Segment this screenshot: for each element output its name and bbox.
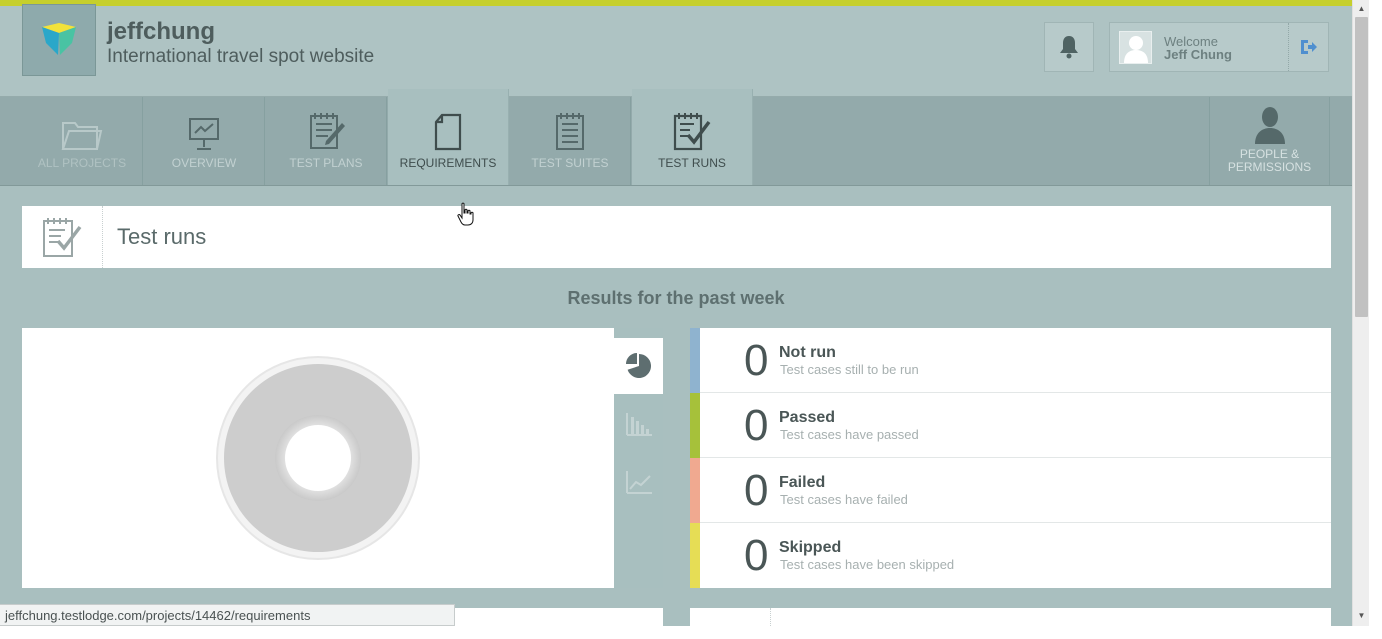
nav-label: TEST RUNS (658, 156, 726, 170)
stat-title: Not run (779, 344, 836, 361)
project-nav: ALL PROJECTS OVERVIEW TEST PLANS REQUIRE… (0, 89, 1352, 186)
page-title: Test runs (117, 224, 207, 249)
notepad-check-icon (673, 113, 711, 151)
notepad-icon (556, 113, 584, 150)
notepad-check-icon (43, 218, 82, 257)
logout-button[interactable] (1288, 23, 1329, 71)
stat-skipped: 0 Skipped Test cases have been skipped (690, 523, 1331, 588)
header: jeffchung International travel spot webs… (0, 4, 1352, 97)
user-name: Jeff Chung (1164, 47, 1232, 62)
nav-test-runs[interactable]: TEST RUNS (632, 89, 753, 185)
nav-test-suites[interactable]: TEST SUITES (510, 97, 631, 185)
nav-all-projects[interactable]: ALL PROJECTS (22, 97, 143, 185)
results-summary-card: 0 Not run Test cases still to be run 0 P… (690, 328, 1331, 588)
status-color-bar (690, 458, 700, 523)
nav-label: TEST PLANS (289, 156, 363, 170)
donut-hole (285, 425, 351, 491)
logout-icon (1301, 40, 1317, 54)
page-title-card: Test runs (22, 206, 1331, 268)
folder-icon (61, 122, 103, 150)
notifications-button[interactable] (1044, 22, 1094, 72)
stat-count: 0 (744, 336, 769, 385)
line-chart-icon (625, 471, 652, 494)
donut-chart (216, 356, 420, 560)
document-icon (434, 113, 462, 151)
stat-count: 0 (744, 531, 769, 580)
status-color-bar (690, 393, 700, 458)
presentation-board-icon (189, 118, 219, 150)
hand-cursor-icon (457, 202, 474, 226)
status-color-bar (690, 328, 700, 393)
stat-title: Skipped (779, 539, 842, 556)
nav-test-plans[interactable]: TEST PLANS (266, 97, 387, 185)
status-color-bar (690, 523, 700, 588)
stat-not-run: 0 Not run Test cases still to be run (690, 328, 1331, 393)
stat-failed: 0 Failed Test cases have failed (690, 458, 1331, 523)
chart-type-tabs (614, 328, 663, 588)
scroll-thumb[interactable] (1355, 17, 1368, 317)
stat-title: Failed (779, 474, 826, 491)
project-description: International travel spot website (107, 46, 375, 67)
nav-overview[interactable]: OVERVIEW (144, 97, 265, 185)
divider (770, 608, 771, 626)
nav-label-line2: PERMISSIONS (1227, 160, 1312, 174)
avatar (1119, 31, 1152, 64)
lower-card-right (690, 608, 1331, 626)
stat-passed: 0 Passed Test cases have passed (690, 393, 1331, 458)
stat-subtitle: Test cases have failed (780, 492, 908, 507)
logo-icon (42, 23, 76, 55)
bell-icon (1060, 36, 1078, 59)
scroll-down-arrow-icon[interactable]: ▼ (1353, 607, 1370, 624)
nav-label: TEST SUITES (531, 156, 609, 170)
nav-label: ALL PROJECTS (37, 156, 127, 170)
bar-chart-icon (625, 413, 652, 436)
results-heading: Results for the past week (567, 288, 785, 308)
nav-requirements[interactable]: REQUIREMENTS (388, 89, 509, 185)
stat-count: 0 (744, 466, 769, 515)
nav-label: REQUIREMENTS (399, 156, 497, 170)
app-logo[interactable] (22, 4, 96, 76)
pie-chart-icon (625, 353, 651, 378)
chart-tab-bar[interactable] (614, 396, 663, 452)
notepad-pencil-icon (310, 113, 345, 149)
stat-title: Passed (779, 409, 836, 426)
stat-subtitle: Test cases have been skipped (780, 557, 955, 572)
user-menu[interactable]: Welcome Jeff Chung (1109, 22, 1329, 72)
stat-subtitle: Test cases still to be run (780, 362, 919, 377)
vertical-scrollbar[interactable]: ▲ ▼ (1352, 0, 1369, 626)
results-chart-card (22, 328, 663, 588)
scroll-up-arrow-icon[interactable]: ▲ (1353, 0, 1370, 17)
person-icon (1254, 107, 1285, 144)
browser-status-bar: jeffchung.testlodge.com/projects/14462/r… (0, 604, 455, 626)
chart-tab-pie[interactable] (614, 338, 663, 394)
app-window: jeffchung International travel spot webs… (0, 0, 1352, 626)
stat-subtitle: Test cases have passed (780, 427, 919, 442)
user-silhouette-icon (1123, 36, 1148, 63)
nav-label: OVERVIEW (171, 156, 237, 170)
stat-count: 0 (744, 401, 769, 450)
project-name: jeffchung (107, 18, 215, 45)
chart-tab-line[interactable] (614, 454, 663, 510)
page-title-icon-box (22, 206, 103, 268)
nav-people-permissions[interactable]: PEOPLE & PERMISSIONS (1209, 97, 1330, 185)
